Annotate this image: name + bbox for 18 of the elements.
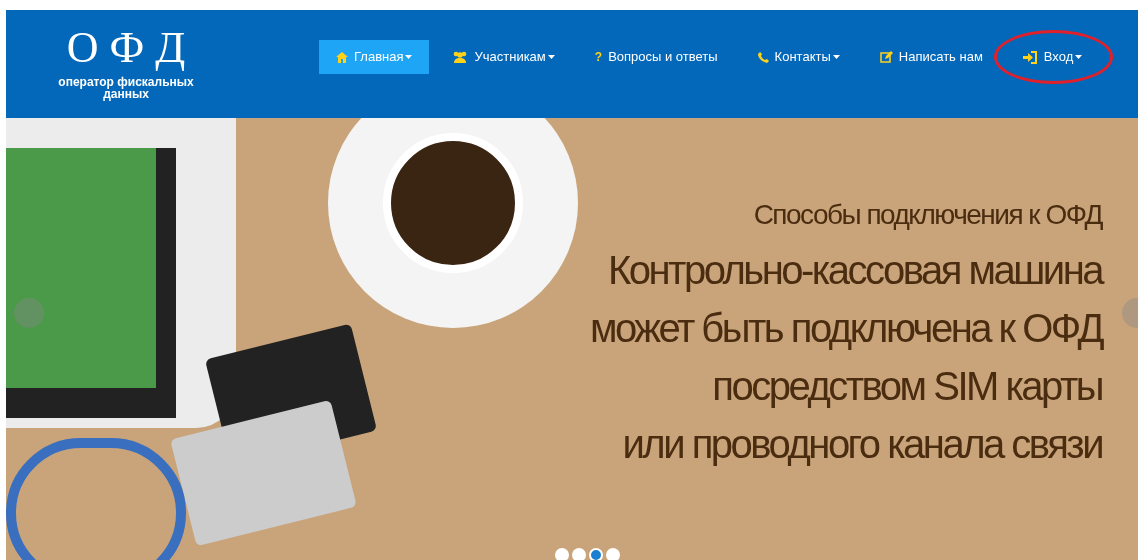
home-icon — [336, 51, 348, 63]
nav-link[interactable]: Вход — [1005, 40, 1100, 74]
question-mark-icon: ? — [594, 48, 603, 66]
slide-caption-line: Контрольно-кассовая машина — [607, 247, 1102, 294]
logo-subtitle: оператор фискальных данных — [57, 76, 195, 100]
users-icon — [452, 51, 469, 63]
slide-caption-line: или проводного канала связи — [622, 421, 1102, 468]
slide-caption-line: Способы подключения к ОФД — [753, 198, 1102, 232]
nav-link[interactable]: Написать нам — [862, 40, 1000, 74]
nav-link[interactable]: Контакты — [740, 40, 857, 74]
nav-link[interactable]: Участникам — [435, 40, 572, 74]
slide-caption-line: может быть подключена к ОФД — [589, 305, 1102, 352]
phone-icon — [757, 51, 769, 63]
logo-title: О Ф Д — [66, 24, 186, 72]
edit-icon — [879, 51, 893, 63]
nav-link[interactable]: ? Вопросы и ответы — [577, 40, 735, 74]
sign-in-icon — [1022, 50, 1038, 64]
slide-caption-line: посредством SIM карты — [712, 363, 1102, 410]
